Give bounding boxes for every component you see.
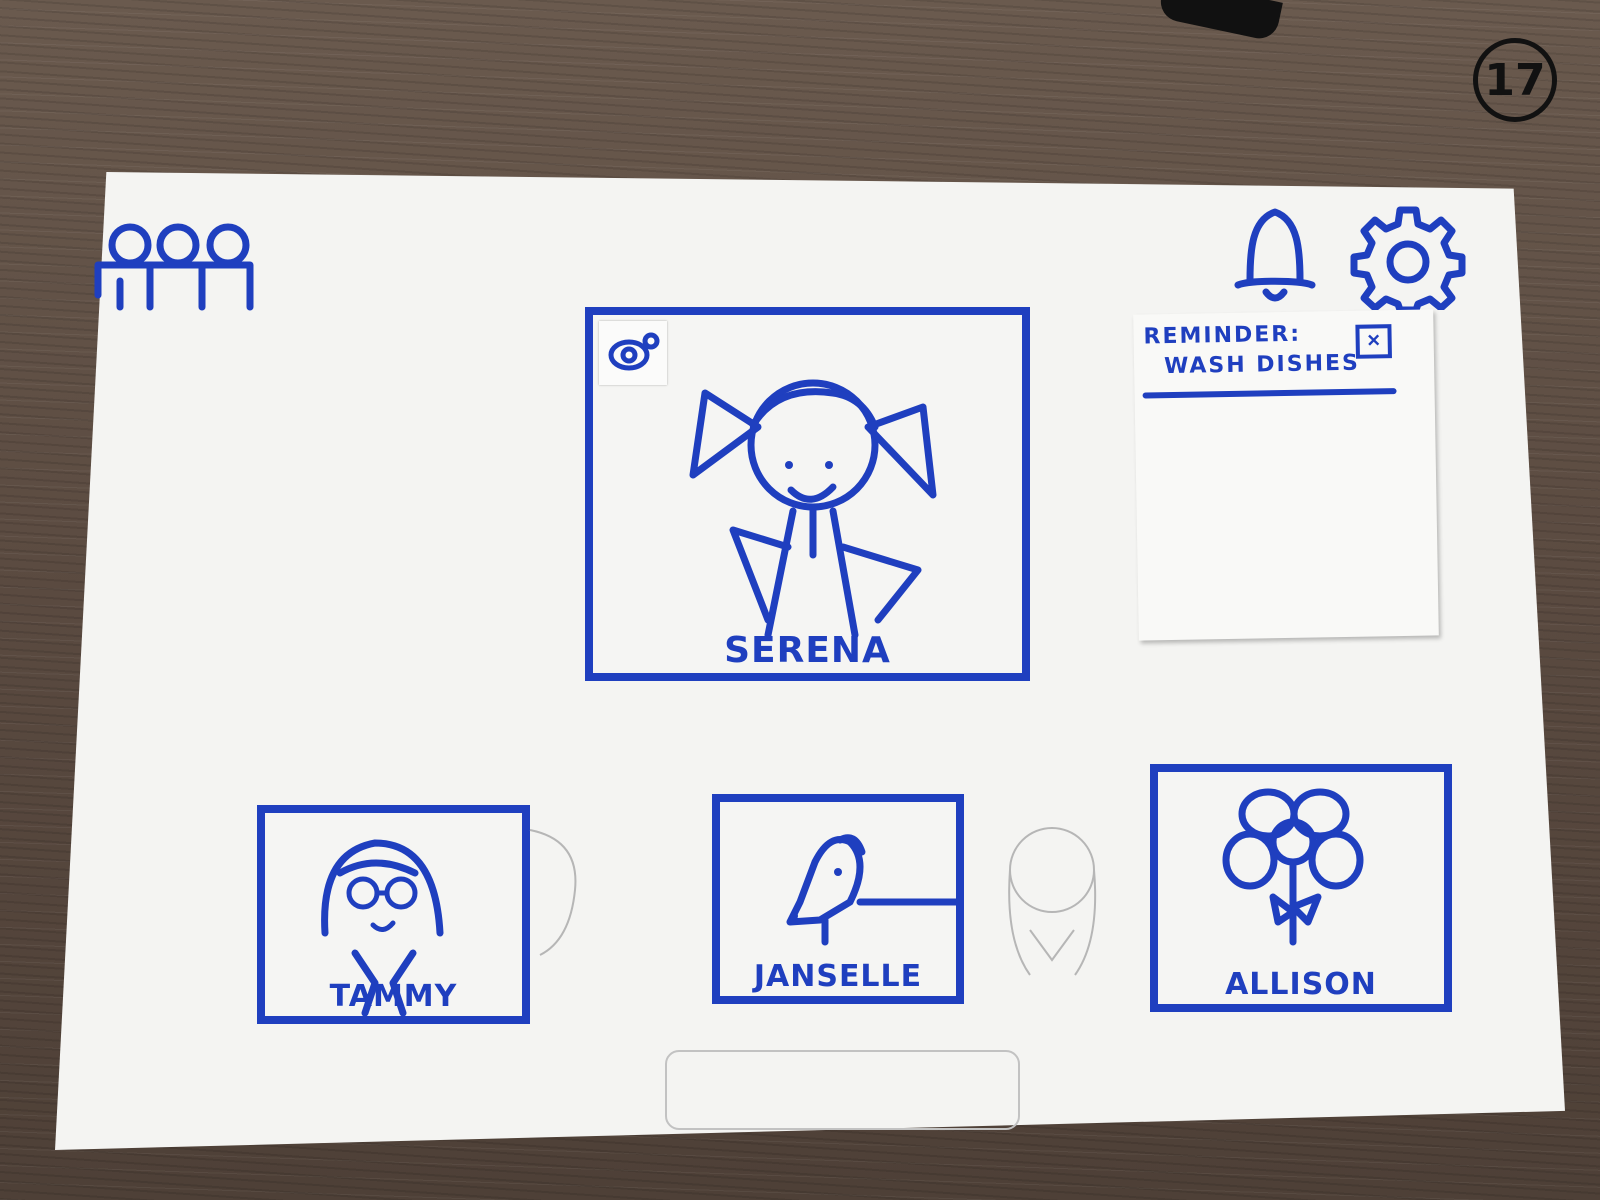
camera-switch-button[interactable] (599, 321, 667, 385)
participant-tile-allison[interactable]: ALLISON (1150, 764, 1452, 1012)
ghost-sketch (529, 829, 577, 956)
pen (1157, 0, 1283, 43)
people-group-icon[interactable] (90, 215, 270, 315)
ghost-sketch (1008, 827, 1097, 976)
close-checkbox-icon[interactable]: × (1355, 324, 1392, 359)
participant-name: JANSELLE (753, 959, 923, 994)
participant-tile-janselle[interactable]: JANSELLE (712, 794, 964, 1004)
gear-icon[interactable] (1348, 200, 1468, 310)
main-video-tile[interactable]: SERENA (585, 307, 1030, 681)
participant-name: TAMMY (329, 979, 458, 1014)
reminder-divider (1142, 388, 1397, 399)
participant-tile-tammy[interactable]: TAMMY (257, 805, 530, 1024)
reminder-note: REMINDER: WASH DISHES × (1133, 309, 1439, 641)
message-input[interactable] (665, 1050, 1020, 1130)
reminder-title: REMINDER: (1143, 321, 1302, 350)
page-number: 17 (1473, 38, 1557, 122)
bell-icon[interactable] (1230, 200, 1320, 310)
camera-switch-icon (608, 332, 660, 371)
main-participant-name: SERENA (724, 630, 891, 671)
reminder-text: WASH DISHES (1163, 350, 1361, 380)
participant-name: ALLISON (1225, 967, 1377, 1002)
